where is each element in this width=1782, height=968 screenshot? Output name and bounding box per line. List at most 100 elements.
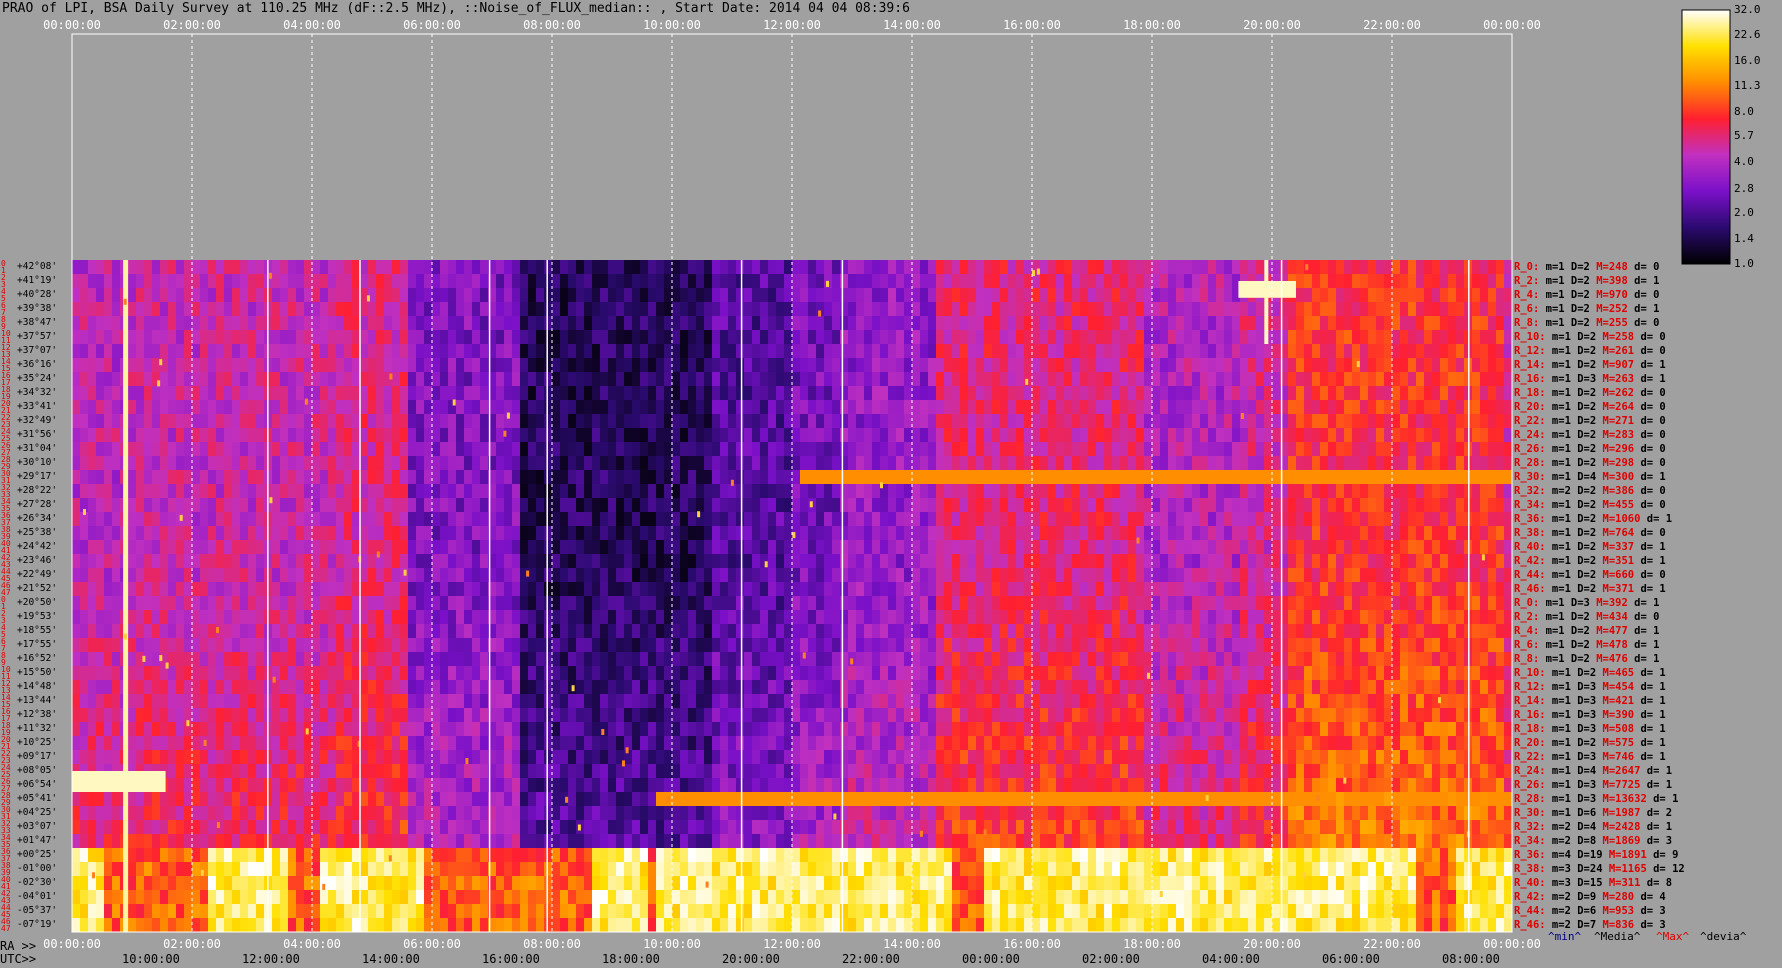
heatmap-cell xyxy=(752,358,761,373)
heatmap-cell xyxy=(1240,610,1249,625)
heatmap-cell xyxy=(904,316,913,331)
heatmap-cell xyxy=(480,400,489,415)
heatmap-cell xyxy=(1336,428,1345,443)
heatmap-cell xyxy=(256,498,265,513)
heatmap-cell xyxy=(128,526,137,541)
heatmap-cell xyxy=(408,330,417,345)
heatmap-cell xyxy=(656,582,665,597)
heatmap-cell xyxy=(720,582,729,597)
heatmap-cell xyxy=(744,316,753,331)
heatmap-cell xyxy=(1168,498,1177,513)
heatmap-cell xyxy=(1376,302,1385,317)
heatmap-cell xyxy=(456,288,465,303)
heatmap-cell xyxy=(432,568,441,583)
heatmap-cell xyxy=(1016,288,1025,303)
heatmap-cell xyxy=(832,442,841,457)
heatmap-cell xyxy=(1320,568,1329,583)
heatmap-cell xyxy=(1432,526,1441,541)
heatmap-cell xyxy=(728,428,737,443)
heatmap-cell xyxy=(912,512,921,527)
heatmap-cell xyxy=(768,638,777,653)
heatmap-cell xyxy=(808,316,817,331)
heatmap-cell xyxy=(936,400,945,415)
heatmap-cell xyxy=(976,288,985,303)
heatmap-cell xyxy=(408,386,417,401)
heatmap-cell xyxy=(544,260,553,275)
heatmap-cell xyxy=(832,484,841,499)
heatmap-cell xyxy=(768,302,777,317)
heatmap-cell xyxy=(800,484,809,499)
heatmap-cell xyxy=(680,372,689,387)
heatmap-cell xyxy=(776,330,785,345)
heatmap-cell xyxy=(512,260,521,275)
heatmap-cell xyxy=(1432,624,1441,639)
heatmap-cell xyxy=(464,344,473,359)
heatmap-cell xyxy=(480,358,489,373)
heatmap-cell xyxy=(864,400,873,415)
heatmap-cell xyxy=(328,386,337,401)
heatmap-cell xyxy=(1504,624,1513,639)
heatmap-cell xyxy=(544,442,553,457)
heatmap-cell xyxy=(880,582,889,597)
heatmap-cell xyxy=(296,274,305,289)
heatmap-cell xyxy=(1240,498,1249,513)
heatmap-cell xyxy=(952,428,961,443)
heatmap-cell xyxy=(808,274,817,289)
heatmap-cell xyxy=(1088,568,1097,583)
heatmap-cell xyxy=(992,568,1001,583)
heatmap-cell xyxy=(1440,302,1449,317)
heatmap-cell xyxy=(1200,344,1209,359)
heatmap-cell xyxy=(952,316,961,331)
heatmap-cell xyxy=(664,470,673,485)
heatmap-cell xyxy=(520,596,529,611)
heatmap-cell xyxy=(1184,610,1193,625)
heatmap-cell xyxy=(184,372,193,387)
heatmap-cell xyxy=(344,288,353,303)
heatmap-cell xyxy=(1320,428,1329,443)
heatmap-cell xyxy=(1456,540,1465,555)
heatmap-cell xyxy=(656,428,665,443)
heatmap-cell xyxy=(152,442,161,457)
heatmap-cell xyxy=(344,638,353,653)
heatmap-cell xyxy=(856,274,865,289)
heatmap-cell xyxy=(184,260,193,275)
heatmap-cell xyxy=(1504,540,1513,555)
heatmap-cell xyxy=(1488,470,1497,485)
heatmap-cell xyxy=(1416,456,1425,471)
heatmap-cell xyxy=(1456,372,1465,387)
heatmap-cell xyxy=(768,428,777,443)
heatmap-cell xyxy=(896,414,905,429)
heatmap-cell xyxy=(256,442,265,457)
heatmap-cell xyxy=(304,484,313,499)
heatmap-cell xyxy=(832,526,841,541)
heatmap-cell xyxy=(1400,624,1409,639)
heatmap-cell xyxy=(1312,568,1321,583)
heatmap-cell xyxy=(1016,596,1025,611)
heatmap-cell xyxy=(1016,386,1025,401)
heatmap-cell xyxy=(1392,414,1401,429)
heatmap-cell xyxy=(192,554,201,569)
heatmap-cell xyxy=(328,316,337,331)
heatmap-cell xyxy=(784,316,793,331)
heatmap-cell xyxy=(976,456,985,471)
heatmap-cell xyxy=(1232,330,1241,345)
heatmap-cell xyxy=(1344,414,1353,429)
heatmap-cell xyxy=(256,470,265,485)
heatmap-cell xyxy=(232,456,241,471)
heatmap-cell xyxy=(520,414,529,429)
heatmap-cell xyxy=(1064,568,1073,583)
heatmap-cell xyxy=(688,582,697,597)
heatmap-cell xyxy=(184,400,193,415)
heatmap-cell xyxy=(128,274,137,289)
heatmap-cell xyxy=(392,638,401,653)
heatmap-cell xyxy=(352,610,361,625)
heatmap-cell xyxy=(1128,484,1137,499)
heatmap-cell xyxy=(216,288,225,303)
heatmap-cell xyxy=(1008,302,1017,317)
heatmap-cell xyxy=(1208,540,1217,555)
heatmap-cell xyxy=(720,568,729,583)
heatmap-cell xyxy=(1296,442,1305,457)
heatmap-cell xyxy=(1312,610,1321,625)
heatmap-cell xyxy=(608,582,617,597)
heatmap-cell xyxy=(104,316,113,331)
